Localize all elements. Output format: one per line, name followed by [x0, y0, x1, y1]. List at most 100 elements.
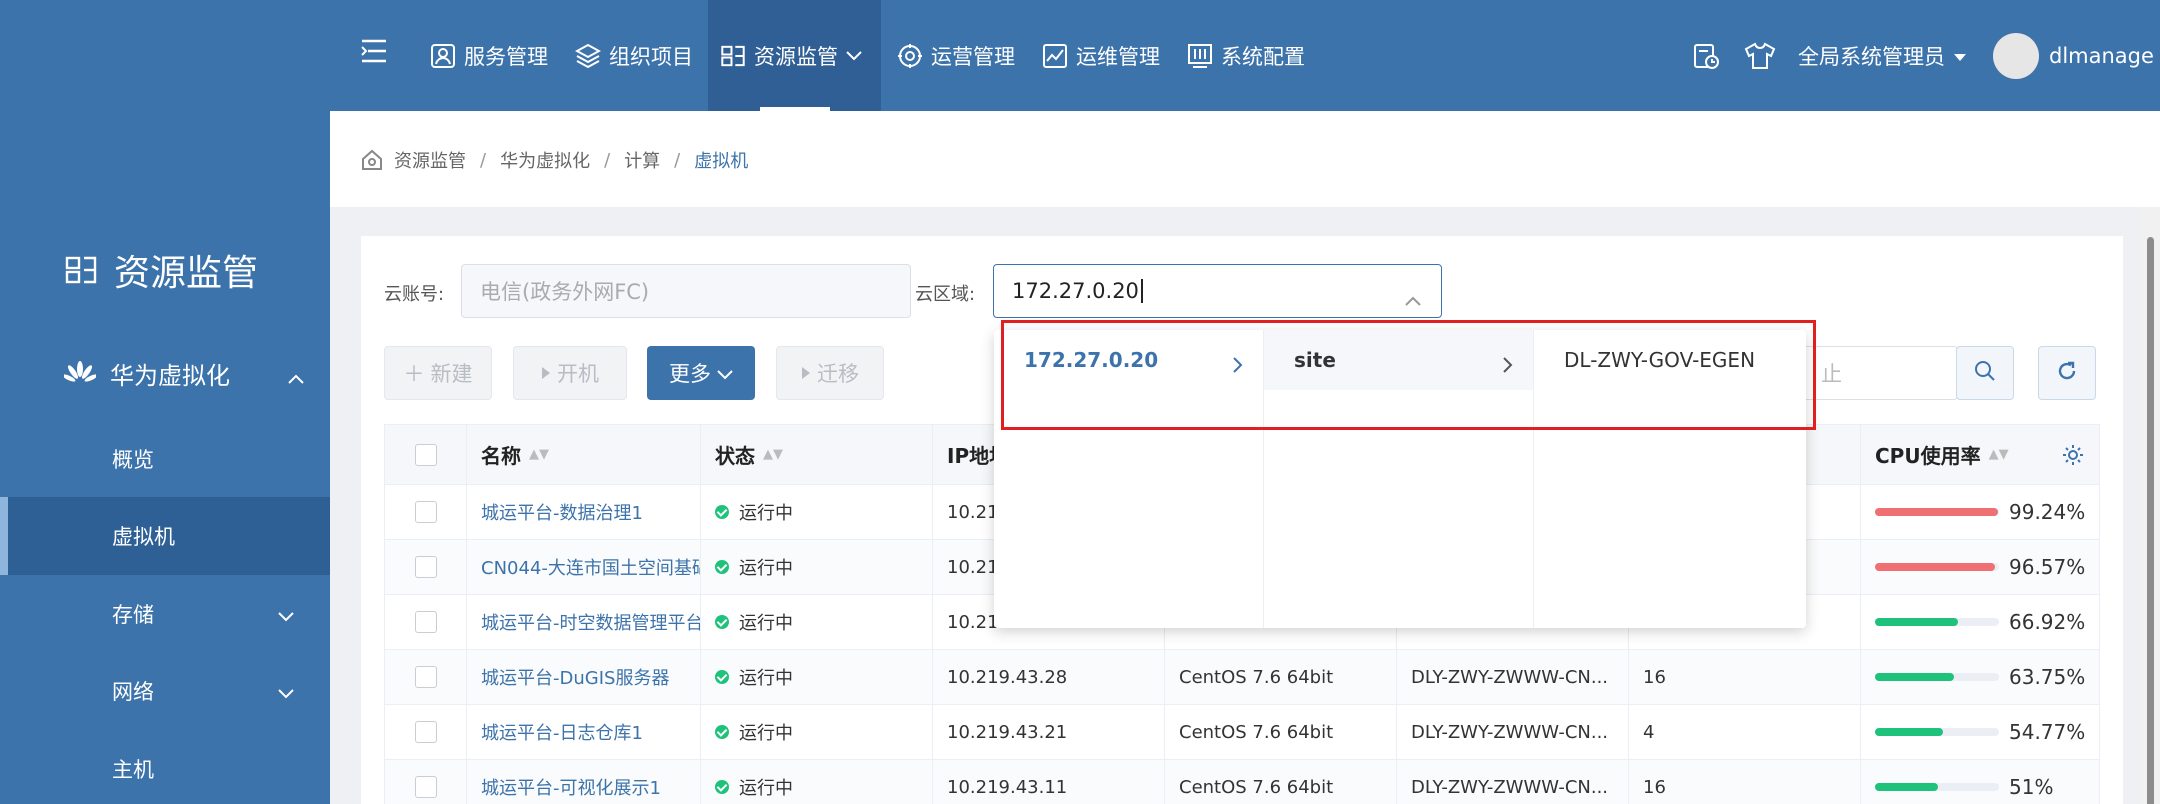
play-icon: [541, 361, 551, 385]
cascader-option-site[interactable]: site: [1264, 330, 1533, 390]
gear-cycle-icon: [897, 43, 923, 69]
cpu-count: 16: [1643, 776, 1666, 798]
nav-system-config[interactable]: 系统配置: [1175, 0, 1317, 111]
sidebar-item-label: 网络: [112, 680, 154, 704]
hamburger-icon[interactable]: [360, 38, 388, 64]
breadcrumb-item[interactable]: 华为虚拟化: [500, 147, 590, 173]
layers-icon: [575, 43, 601, 69]
home-icon[interactable]: [360, 148, 384, 172]
vm-name-link[interactable]: 城运平台-DuGIS服务器: [481, 664, 669, 690]
sidebar-item-vm[interactable]: 虚拟机: [0, 497, 330, 575]
sidebar-item-network[interactable]: 网络: [0, 652, 330, 730]
role-label: 全局系统管理员: [1798, 44, 1945, 69]
chevron-down-icon: [846, 50, 862, 61]
cascader-column-2: site: [1264, 330, 1534, 628]
nav-label: 运维管理: [1076, 44, 1160, 69]
migrate-button[interactable]: 迁移: [776, 346, 884, 400]
region-value: 172.27.0.20: [1012, 279, 1139, 303]
scrollbar[interactable]: [2140, 207, 2160, 804]
cascader-column-1: 172.27.0.20: [994, 330, 1264, 628]
cascader-column-3: DL-ZWY-GOV-EGEN: [1534, 330, 1804, 628]
sort-icon[interactable]: ▲▼: [529, 447, 549, 462]
breadcrumb-separator: /: [604, 149, 611, 171]
breadcrumb-separator: /: [480, 149, 487, 171]
sidebar-brand-title: 资源监管: [114, 253, 259, 294]
cpu-usage-text: 51%: [2009, 775, 2054, 799]
cpu-usage-bar: [1875, 563, 1999, 571]
sidebar: 资源监管 华为虚拟化 概览 虚拟机 存储 网络 主机: [0, 0, 330, 804]
nav-label: 服务管理: [464, 44, 548, 69]
row-checkbox[interactable]: [414, 776, 437, 798]
button-label: 开机: [557, 362, 599, 386]
cascader-option-region[interactable]: 172.27.0.20: [994, 330, 1263, 390]
status-ok-icon: [715, 725, 729, 739]
sidebar-item-storage[interactable]: 存储: [0, 575, 330, 653]
task-icon[interactable]: [1692, 0, 1720, 111]
breadcrumb-item[interactable]: 计算: [624, 147, 660, 173]
sort-icon[interactable]: ▲▼: [1989, 447, 2009, 462]
col-cpu[interactable]: CPU使用率: [1875, 440, 1981, 469]
col-name[interactable]: 名称: [481, 440, 521, 469]
breadcrumb-item[interactable]: 资源监管: [394, 147, 466, 173]
search-button[interactable]: [1956, 346, 2014, 400]
sidebar-brand: 资源监管: [64, 244, 258, 296]
theme-shirt-icon[interactable]: [1744, 0, 1776, 111]
vm-name-link[interactable]: CN044-大连市国土空间基础: [481, 554, 700, 580]
vm-name-link[interactable]: 城运平台-可视化展示1: [481, 774, 661, 800]
cpu-usage-text: 66.92%: [2009, 610, 2086, 634]
cpu-usage-fill: [1875, 618, 1958, 626]
cpu-usage-fill: [1875, 728, 1943, 736]
vm-name-link[interactable]: 城运平台-时空数据管理平台: [481, 609, 700, 635]
os-name: CentOS 7.6 64bit: [1179, 666, 1334, 688]
button-label: 新建: [430, 362, 473, 386]
col-status[interactable]: 状态: [715, 440, 755, 469]
nav-org-projects[interactable]: 组织项目: [563, 0, 705, 111]
start-button[interactable]: 开机: [513, 346, 627, 400]
select-all-checkbox[interactable]: [414, 443, 437, 466]
table-row: 城运平台-可视化展示1 运行中 10.219.43.11 CentOS 7.6 64b…: [385, 760, 2099, 804]
nav-label: 组织项目: [609, 44, 693, 69]
row-checkbox[interactable]: [414, 721, 437, 743]
caret-down-icon: [1953, 44, 1967, 68]
nav-resource-monitor[interactable]: 资源监管: [708, 0, 881, 111]
user-dropdown[interactable]: dlmanage: [1993, 0, 2160, 111]
breadcrumb-separator: /: [674, 149, 681, 171]
status-text: 运行中: [739, 723, 793, 744]
chart-line-icon: [1042, 43, 1068, 69]
nav-maintenance[interactable]: 运维管理: [1030, 0, 1172, 111]
cpu-usage-bar: [1875, 728, 1999, 736]
account-field[interactable]: 电信(政务外网FC): [461, 264, 911, 318]
cascader-option-cluster[interactable]: DL-ZWY-GOV-EGEN: [1534, 330, 1804, 390]
row-checkbox[interactable]: [414, 501, 437, 523]
status-text: 运行中: [739, 668, 793, 689]
new-button[interactable]: ＋新建: [384, 346, 492, 400]
scrollbar-thumb[interactable]: [2147, 237, 2154, 804]
nav-operations[interactable]: 运营管理: [885, 0, 1027, 111]
vm-name-link[interactable]: 城运平台-数据治理1: [481, 499, 643, 525]
table-row: 城运平台-日志仓库1 运行中 10.219.43.21 CentOS 7.6 64bi…: [385, 705, 2099, 760]
host-name: DLY-ZWY-ZWWW-CN...: [1411, 721, 1609, 743]
more-button[interactable]: 更多: [647, 346, 755, 400]
nav-service-management[interactable]: 服务管理: [418, 0, 560, 111]
chevron-down-icon: [278, 680, 294, 704]
column-settings-gear-icon[interactable]: [2061, 443, 2085, 472]
row-checkbox[interactable]: [414, 666, 437, 688]
search-input[interactable]: 止: [1780, 346, 1958, 400]
chevron-down-icon: [717, 361, 733, 385]
region-label: 云区域:: [915, 284, 976, 305]
sidebar-group-huawei[interactable]: 华为虚拟化: [64, 356, 304, 391]
region-cascader: 172.27.0.20 site DL-ZWY-GOV-EGEN: [994, 330, 1806, 628]
region-select[interactable]: 172.27.0.20: [993, 264, 1442, 318]
sidebar-item-overview[interactable]: 概览: [0, 420, 330, 498]
os-name: CentOS 7.6 64bit: [1179, 776, 1334, 798]
ip-address: 10.219.43.11: [947, 776, 1068, 798]
role-dropdown[interactable]: 全局系统管理员: [1798, 0, 1967, 111]
refresh-button[interactable]: [2038, 346, 2096, 400]
sort-icon[interactable]: ▲▼: [763, 447, 783, 462]
sidebar-item-host[interactable]: 主机: [0, 730, 330, 804]
host-name: DLY-ZWY-ZWWW-CN...: [1411, 776, 1609, 798]
search-icon: [1974, 360, 1996, 386]
row-checkbox[interactable]: [414, 611, 437, 633]
vm-name-link[interactable]: 城运平台-日志仓库1: [481, 719, 643, 745]
row-checkbox[interactable]: [414, 556, 437, 578]
